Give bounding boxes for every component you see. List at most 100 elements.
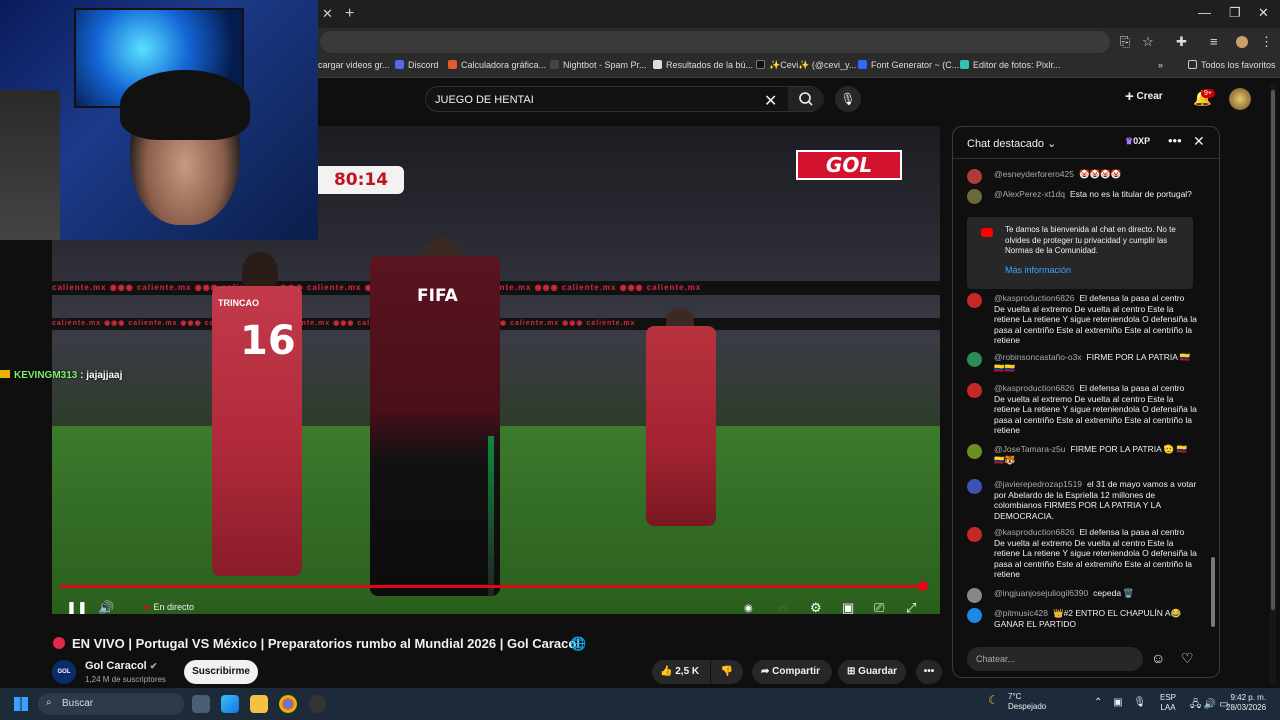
account-avatar[interactable] bbox=[1229, 88, 1251, 110]
xp-badge[interactable]: ♛0XP bbox=[1125, 136, 1150, 147]
chrome-icon[interactable] bbox=[279, 695, 297, 713]
miniplayer-icon[interactable]: ▣ bbox=[842, 600, 854, 614]
notification-count-badge: 9+ bbox=[1201, 89, 1215, 98]
volume-icon[interactable]: 🔊 bbox=[98, 600, 114, 614]
live-label[interactable]: ● En directo bbox=[144, 602, 194, 612]
progress-scrubber[interactable] bbox=[918, 581, 928, 591]
search-button[interactable] bbox=[788, 87, 824, 111]
heart-icon[interactable]: ♡ bbox=[1181, 650, 1194, 667]
bookmark-item[interactable]: Resultados de la bú... bbox=[653, 60, 753, 70]
file-explorer-icon[interactable] bbox=[250, 695, 268, 713]
extensions-icon[interactable]: ✚ bbox=[1176, 34, 1187, 50]
clock[interactable]: 9:42 p. m. 28/03/2026 bbox=[1226, 693, 1266, 713]
share-button[interactable]: ➦ Compartir bbox=[752, 660, 832, 684]
channel-avatar[interactable]: GOL bbox=[52, 660, 76, 684]
bookmark-item[interactable]: cargar videos gr... bbox=[318, 60, 390, 70]
chevron-down-icon: ⌄ bbox=[1047, 138, 1057, 150]
more-actions-button[interactable]: ••• bbox=[916, 660, 942, 684]
progress-bar[interactable] bbox=[60, 585, 923, 588]
more-dots-icon: ••• bbox=[923, 666, 935, 677]
chat-message: @kasproduction6826 El defensa la pasa al … bbox=[967, 527, 1197, 580]
minimize-icon[interactable]: — bbox=[1198, 5, 1211, 20]
language-indicator[interactable]: ESP LAA bbox=[1160, 693, 1176, 713]
profile-icon[interactable] bbox=[1236, 36, 1248, 48]
bookmark-item[interactable]: Font Generator ~ (C... bbox=[858, 60, 959, 70]
windows-start-icon[interactable] bbox=[14, 697, 28, 711]
chat-avatar bbox=[967, 527, 982, 542]
edge-icon[interactable] bbox=[221, 695, 239, 713]
globe-icon: 🌐 bbox=[570, 636, 587, 651]
share-arrow-icon: ➦ bbox=[761, 666, 770, 677]
save-button[interactable]: ⊞ Guardar bbox=[838, 660, 906, 684]
fullscreen-icon[interactable]: ⤢ bbox=[906, 600, 916, 614]
system-tray[interactable]: ⌃ ▣ 🎙 bbox=[1094, 697, 1146, 708]
network-volume-battery-icon[interactable]: 🖧 🔊 ▭ bbox=[1190, 697, 1229, 714]
more-info-link[interactable]: Más información bbox=[1005, 265, 1071, 276]
close-tab-icon[interactable]: ✕ bbox=[322, 6, 333, 22]
subscriber-count: 1,24 M de suscriptores bbox=[85, 675, 166, 684]
install-app-icon[interactable]: ⎘ bbox=[1120, 34, 1130, 50]
save-icon: ⊞ bbox=[847, 666, 856, 677]
bookmark-item[interactable]: Editor de fotos: Pixlr... bbox=[960, 60, 1061, 70]
window-close-icon[interactable]: ✕ bbox=[1258, 5, 1269, 21]
player-8 bbox=[646, 326, 716, 526]
chat-more-icon[interactable]: ••• bbox=[1168, 133, 1182, 148]
bookmark-item[interactable]: Calculadora gráfica... bbox=[448, 60, 546, 70]
chat-message: @esneyderforero425 🤡🤡🤡🤡 bbox=[967, 169, 1197, 184]
address-bar[interactable] bbox=[320, 31, 1110, 53]
weather-widget[interactable]: ☾ 7°C Despejado bbox=[988, 692, 1046, 712]
bookmark-item[interactable]: Nightbot - Spam Pr... bbox=[550, 60, 647, 70]
task-view-icon[interactable] bbox=[192, 695, 210, 713]
live-dot-icon: ● bbox=[144, 602, 150, 612]
mic-tray-icon[interactable]: 🎙 bbox=[1133, 697, 1146, 708]
subscribe-button[interactable]: Suscribirme bbox=[184, 660, 258, 684]
bookmark-item[interactable]: Discord bbox=[395, 60, 439, 70]
webcam-shelf bbox=[0, 90, 60, 240]
subtitles-icon[interactable]: ▭ bbox=[778, 603, 787, 614]
referee-badge-text: FIFA bbox=[417, 286, 458, 306]
video-title: EN VIVO | Portugal VS México | Preparato… bbox=[72, 636, 580, 651]
search-icon bbox=[799, 92, 813, 106]
like-button[interactable]: 👍 2,5 K bbox=[652, 660, 710, 684]
chat-message: @javierepedrozap1519 el 31 de mayo vamos … bbox=[967, 479, 1197, 521]
chat-avatar bbox=[967, 383, 982, 398]
webcam-overlay bbox=[0, 0, 318, 240]
plus-icon: + bbox=[1125, 88, 1134, 105]
voice-search-button[interactable]: 🎙 bbox=[835, 86, 861, 112]
bookmark-item[interactable]: ✨Cevi✨ (@cevi_y... bbox=[756, 60, 856, 71]
new-tab-icon[interactable]: + bbox=[345, 5, 354, 23]
taskbar-search[interactable]: ⌕ Buscar bbox=[38, 693, 184, 715]
chat-close-icon[interactable]: ✕ bbox=[1193, 133, 1205, 150]
create-button[interactable]: + Crear bbox=[1125, 88, 1163, 110]
obs-icon[interactable] bbox=[308, 695, 326, 713]
tray-chevron-icon[interactable]: ⌃ bbox=[1094, 697, 1102, 708]
chat-avatar bbox=[967, 169, 982, 184]
tray-app-icon[interactable]: ▣ bbox=[1113, 697, 1122, 708]
page-scrollbar-thumb[interactable] bbox=[1271, 90, 1275, 610]
chat-input[interactable]: Chatear... bbox=[967, 647, 1143, 671]
chat-message: @AlexPerez-xt1dq Esta no es la titular de… bbox=[967, 189, 1197, 204]
all-bookmarks[interactable]: Todos los favoritos bbox=[1188, 60, 1276, 70]
search-input[interactable]: JUEGO DE HENTAI bbox=[435, 94, 534, 106]
search-icon: ⌕ bbox=[46, 697, 52, 708]
pause-icon[interactable]: ❚❚ bbox=[66, 600, 88, 614]
chat-message: @kasproduction6826 El defensa la pasa al … bbox=[967, 383, 1197, 436]
bookmark-star-icon[interactable]: ☆ bbox=[1142, 34, 1154, 50]
restore-icon[interactable]: ❐ bbox=[1229, 5, 1241, 21]
emoji-icon[interactable]: ☺ bbox=[1151, 650, 1165, 666]
bookmarks-overflow-icon[interactable]: » bbox=[1158, 60, 1163, 70]
dislike-button[interactable]: 👎 bbox=[711, 660, 743, 684]
media-controls-icon[interactable]: ≡ bbox=[1210, 34, 1218, 49]
autoplay-toggle-icon[interactable]: ◉ bbox=[744, 603, 753, 614]
clear-search-icon[interactable]: ✕ bbox=[764, 91, 777, 111]
thumbs-up-icon: 👍 bbox=[660, 666, 673, 677]
referee bbox=[370, 256, 500, 596]
channel-name[interactable]: Gol Caracol ✔ bbox=[85, 660, 157, 672]
chat-scrollbar[interactable] bbox=[1211, 557, 1215, 627]
settings-gear-icon[interactable]: ⚙ bbox=[810, 600, 822, 614]
search-box[interactable]: JUEGO DE HENTAI ✕ bbox=[425, 86, 824, 112]
chat-avatar bbox=[967, 608, 982, 623]
menu-dots-icon[interactable]: ⋮ bbox=[1260, 34, 1273, 50]
cast-icon[interactable]: ⎚ bbox=[874, 600, 884, 614]
chat-mode-dropdown[interactable]: Chat destacado ⌄ bbox=[967, 137, 1056, 150]
